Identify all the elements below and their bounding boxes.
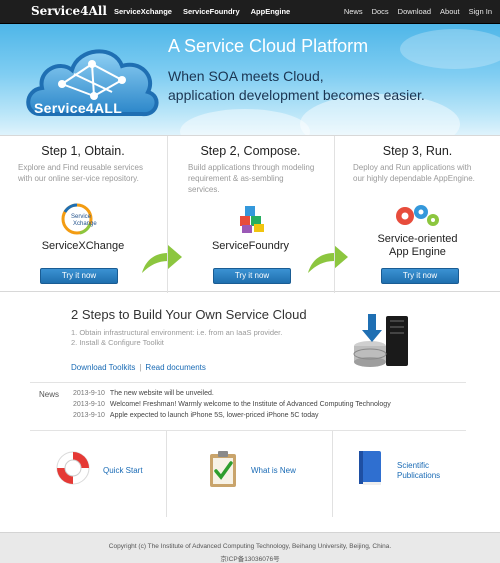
list-item: 2. Install & Configure Toolkit [71,338,164,347]
product-name-line2: App Engine [389,246,446,258]
book-icon[interactable] [355,449,385,487]
features-section: Quick Start What is New Scientific Publi… [30,430,466,517]
nav-servicefoundry[interactable]: ServiceFoundry [183,7,240,16]
news-section: News 2013-9-10 The new website will be un… [30,382,466,424]
product-name: Service-oriented App Engine [335,233,500,259]
secondary-nav: News Docs Download About Sign In [344,7,492,16]
news-item[interactable]: 2013-9-10 Apple expected to launch iPhone… [73,412,319,419]
news-date: 2013-9-10 [73,401,105,408]
news-date: 2013-9-10 [73,412,105,419]
nav-appengine[interactable]: AppEngine [251,7,291,16]
publications-label-line2: Publications [397,471,441,480]
hero-title: A Service Cloud Platform [168,36,369,56]
brand-logo[interactable]: Service4All [31,4,107,18]
section-title: 2 Steps to Build Your Own Service Cloud [71,307,307,322]
feature-publications: Scientific Publications [332,431,466,517]
hero-subtitle-line2: application development becomes easier. [168,87,425,103]
try-it-now-button[interactable]: Try it now [381,268,459,284]
nav-docs[interactable]: Docs [372,7,389,16]
step-run: Step 3, Run. Deploy and Run applications… [334,136,500,293]
servicexchange-logo-label: Service [71,214,92,220]
news-date: 2013-9-10 [73,390,105,397]
news-text: Apple expected to launch iPhone 5S, lowe… [109,412,319,419]
news-text: The new website will be unveiled. [109,390,214,397]
step-description: Deploy and Run applications with our hig… [353,163,475,183]
icp-license-text: 京ICP备13036076号 [220,556,280,563]
feature-quick-start: Quick Start [30,431,166,517]
hero-subtitle: When SOA meets Cloud, application develo… [168,67,425,105]
nav-news[interactable]: News [344,7,363,16]
server-database-icon [353,314,408,367]
lifebuoy-icon[interactable] [54,449,92,487]
steps-section: Step 1, Obtain. Explore and Find reusabl… [0,135,500,293]
hero-subtitle-line1: When SOA meets Cloud, [168,68,324,84]
primary-nav: ServiceXchange ServiceFoundry AppEngine [114,7,290,16]
servicexchange-logo-label: Xchange [73,221,97,227]
hero-banner: Service4ALL A Service Cloud Platform Whe… [0,24,500,135]
step-description: Build applications through modeling requ… [188,163,315,194]
try-it-now-button[interactable]: Try it now [213,268,291,284]
logo-text: Service4ALL [34,100,123,116]
step-title: Step 2, Compose. [200,144,301,158]
background-cloud [400,29,500,69]
download-toolkits-link[interactable]: Download Toolkits [71,363,135,372]
quick-start-link[interactable]: Quick Start [103,466,143,476]
build-steps-list: 1. Obtain infrastructural environment: i… [71,328,282,348]
cubes-icon[interactable] [236,204,268,234]
top-navbar: Service4All ServiceXchange ServiceFoundr… [0,0,500,24]
scientific-publications-link[interactable]: Scientific Publications [397,461,440,481]
copyright-text: Copyright (c) The Institute of Advanced … [108,543,392,550]
news-item[interactable]: 2013-9-10 The new website will be unveile… [73,390,214,397]
publications-label-line1: Scientific [397,461,430,470]
nav-sign-in[interactable]: Sign In [469,7,492,16]
news-label: News [39,390,60,399]
try-it-now-button[interactable]: Try it now [40,268,118,284]
step-title: Step 1, Obtain. [41,144,125,158]
gears-icon[interactable] [393,202,441,230]
list-item: 1. Obtain infrastructural environment: i… [71,328,283,337]
nav-servicexchange[interactable]: ServiceXchange [114,7,172,16]
footer: Copyright (c) The Institute of Advanced … [0,532,500,563]
background-cloud [180,109,310,135]
build-links: Download Toolkits | Read documents [71,363,206,372]
step-description: Explore and Find reusable services with … [18,163,143,183]
what-is-new-link[interactable]: What is New [251,466,296,476]
step-title: Step 3, Run. [382,144,453,158]
product-name-line1: Service-oriented [377,233,458,245]
nav-about[interactable]: About [440,7,460,16]
nav-download[interactable]: Download [398,7,431,16]
build-cloud-section: 2 Steps to Build Your Own Service Cloud … [0,292,500,382]
link-separator: | [139,363,142,372]
servicexchange-logo-icon[interactable]: Service Xchange [60,202,106,236]
feature-whats-new: What is New [166,431,332,517]
clipboard-check-icon[interactable] [207,449,239,489]
news-item[interactable]: 2013-9-10 Welcome! Freshman! Warmly welco… [73,401,391,408]
news-text: Welcome! Freshman! Warmly welcome to the… [109,401,391,408]
read-documents-link[interactable]: Read documents [145,363,205,372]
